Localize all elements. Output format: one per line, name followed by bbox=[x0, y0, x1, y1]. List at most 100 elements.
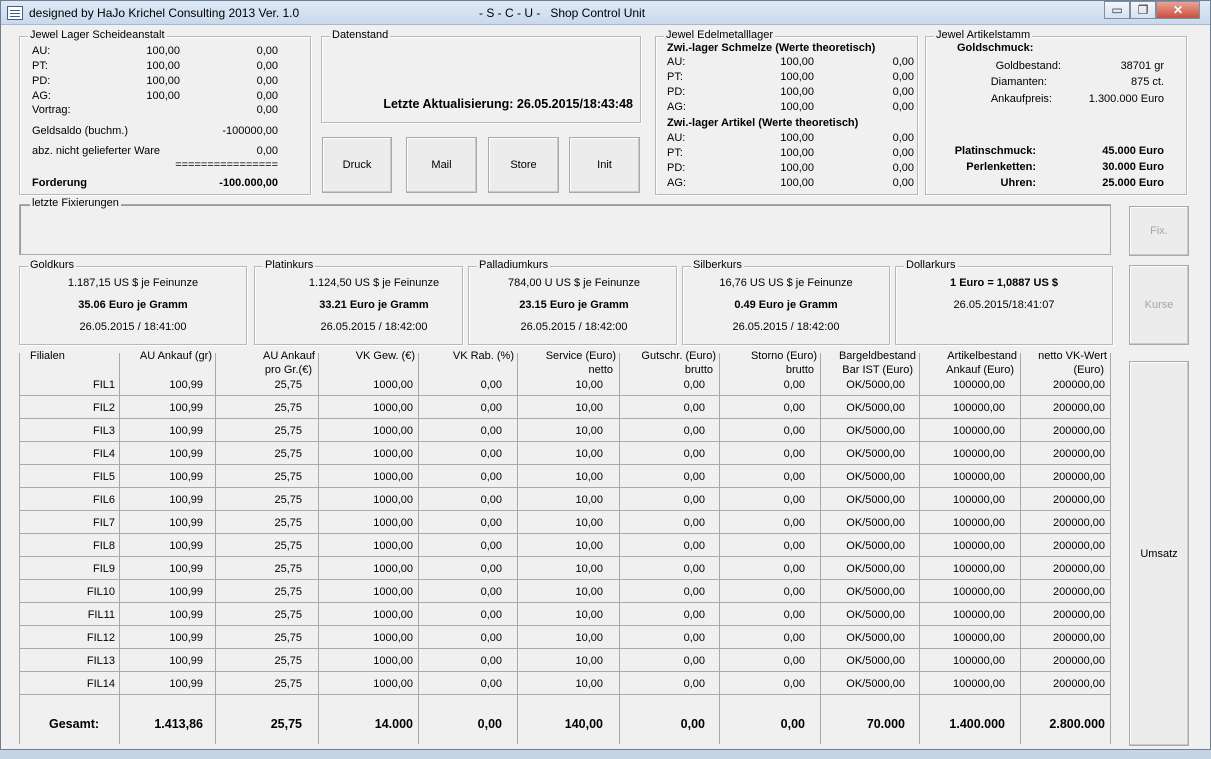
header-storno[interactable]: Storno (Euro) bbox=[751, 350, 817, 362]
cell-storno[interactable]: 0,00 bbox=[784, 494, 805, 506]
cell-artikelbestand[interactable]: 100000,00 bbox=[953, 425, 1005, 437]
cell-bargeld[interactable]: OK/5000,00 bbox=[846, 540, 905, 552]
druck-button[interactable]: Druck bbox=[322, 137, 392, 193]
cell-gutschrift[interactable]: 0,00 bbox=[684, 632, 705, 644]
header-filiale[interactable]: Filialen bbox=[30, 350, 65, 362]
cell-vk-rab[interactable]: 0,00 bbox=[481, 586, 502, 598]
cell-vk-rab[interactable]: 0,00 bbox=[481, 655, 502, 667]
cell-bargeld[interactable]: OK/5000,00 bbox=[846, 425, 905, 437]
cell-bargeld[interactable]: OK/5000,00 bbox=[846, 379, 905, 391]
cell-filiale[interactable]: FIL13 bbox=[87, 655, 115, 667]
cell-au-ankauf-pro-gr[interactable]: 25,75 bbox=[274, 494, 302, 506]
cell-gutschrift[interactable]: 0,00 bbox=[684, 586, 705, 598]
cell-filiale[interactable]: FIL14 bbox=[87, 678, 115, 690]
cell-service[interactable]: 10,00 bbox=[575, 448, 603, 460]
cell-vk-rab[interactable]: 0,00 bbox=[481, 379, 502, 391]
cell-service[interactable]: 10,00 bbox=[575, 402, 603, 414]
cell-vk-rab[interactable]: 0,00 bbox=[481, 609, 502, 621]
cell-service[interactable]: 10,00 bbox=[575, 471, 603, 483]
cell-vk-gew[interactable]: 1000,00 bbox=[373, 425, 413, 437]
cell-au-ankauf-pro-gr[interactable]: 25,75 bbox=[274, 517, 302, 529]
cell-vk-gew[interactable]: 1000,00 bbox=[373, 402, 413, 414]
cell-vk-rab[interactable]: 0,00 bbox=[481, 448, 502, 460]
cell-au-ankauf-pro-gr[interactable]: 25,75 bbox=[274, 471, 302, 483]
cell-netto-vk[interactable]: 200000,00 bbox=[1053, 517, 1105, 529]
cell-storno[interactable]: 0,00 bbox=[784, 379, 805, 391]
cell-bargeld[interactable]: OK/5000,00 bbox=[846, 632, 905, 644]
cell-bargeld[interactable]: OK/5000,00 bbox=[846, 494, 905, 506]
cell-service[interactable]: 10,00 bbox=[575, 678, 603, 690]
cell-vk-gew[interactable]: 1000,00 bbox=[373, 678, 413, 690]
cell-netto-vk[interactable]: 200000,00 bbox=[1053, 563, 1105, 575]
close-button[interactable]: ✕ bbox=[1156, 1, 1200, 19]
cell-filiale[interactable]: FIL11 bbox=[88, 609, 115, 621]
cell-filiale[interactable]: FIL5 bbox=[93, 471, 115, 483]
cell-artikelbestand[interactable]: 100000,00 bbox=[953, 379, 1005, 391]
cell-au-ankauf-pro-gr[interactable]: 25,75 bbox=[274, 609, 302, 621]
header-vk-rab[interactable]: VK Rab. (%) bbox=[453, 350, 514, 362]
cell-storno[interactable]: 0,00 bbox=[784, 563, 805, 575]
cell-vk-gew[interactable]: 1000,00 bbox=[373, 540, 413, 552]
cell-netto-vk[interactable]: 200000,00 bbox=[1053, 586, 1105, 598]
cell-service[interactable]: 10,00 bbox=[575, 609, 603, 621]
cell-netto-vk[interactable]: 200000,00 bbox=[1053, 609, 1105, 621]
cell-service[interactable]: 10,00 bbox=[575, 655, 603, 667]
cell-au-ankauf-gr[interactable]: 100,99 bbox=[169, 609, 203, 621]
cell-gutschrift[interactable]: 0,00 bbox=[684, 678, 705, 690]
header-artikelbestand[interactable]: Artikelbestand bbox=[947, 350, 1017, 362]
mail-button[interactable]: Mail bbox=[406, 137, 477, 193]
cell-netto-vk[interactable]: 200000,00 bbox=[1053, 425, 1105, 437]
cell-au-ankauf-gr[interactable]: 100,99 bbox=[169, 494, 203, 506]
cell-gutschrift[interactable]: 0,00 bbox=[684, 655, 705, 667]
cell-netto-vk[interactable]: 200000,00 bbox=[1053, 402, 1105, 414]
title-bar[interactable]: designed by HaJo Krichel Consulting 2013… bbox=[1, 1, 1210, 25]
cell-vk-gew[interactable]: 1000,00 bbox=[373, 632, 413, 644]
cell-au-ankauf-gr[interactable]: 100,99 bbox=[169, 632, 203, 644]
cell-service[interactable]: 10,00 bbox=[575, 563, 603, 575]
cell-artikelbestand[interactable]: 100000,00 bbox=[953, 563, 1005, 575]
cell-gutschrift[interactable]: 0,00 bbox=[684, 563, 705, 575]
cell-filiale[interactable]: FIL8 bbox=[93, 540, 115, 552]
cell-bargeld[interactable]: OK/5000,00 bbox=[846, 678, 905, 690]
cell-artikelbestand[interactable]: 100000,00 bbox=[953, 540, 1005, 552]
cell-artikelbestand[interactable]: 100000,00 bbox=[953, 586, 1005, 598]
cell-bargeld[interactable]: OK/5000,00 bbox=[846, 609, 905, 621]
cell-vk-gew[interactable]: 1000,00 bbox=[373, 379, 413, 391]
cell-artikelbestand[interactable]: 100000,00 bbox=[953, 655, 1005, 667]
cell-bargeld[interactable]: OK/5000,00 bbox=[846, 471, 905, 483]
cell-bargeld[interactable]: OK/5000,00 bbox=[846, 655, 905, 667]
cell-service[interactable]: 10,00 bbox=[575, 540, 603, 552]
cell-artikelbestand[interactable]: 100000,00 bbox=[953, 632, 1005, 644]
cell-au-ankauf-pro-gr[interactable]: 25,75 bbox=[274, 586, 302, 598]
cell-artikelbestand[interactable]: 100000,00 bbox=[953, 494, 1005, 506]
cell-netto-vk[interactable]: 200000,00 bbox=[1053, 471, 1105, 483]
cell-netto-vk[interactable]: 200000,00 bbox=[1053, 540, 1105, 552]
header-vk-gew[interactable]: VK Gew. (€) bbox=[356, 350, 415, 362]
cell-gutschrift[interactable]: 0,00 bbox=[684, 425, 705, 437]
cell-au-ankauf-gr[interactable]: 100,99 bbox=[169, 379, 203, 391]
cell-vk-rab[interactable]: 0,00 bbox=[481, 402, 502, 414]
cell-filiale[interactable]: FIL10 bbox=[87, 586, 115, 598]
cell-au-ankauf-pro-gr[interactable]: 25,75 bbox=[274, 402, 302, 414]
cell-au-ankauf-gr[interactable]: 100,99 bbox=[169, 563, 203, 575]
cell-gutschrift[interactable]: 0,00 bbox=[684, 540, 705, 552]
cell-vk-rab[interactable]: 0,00 bbox=[481, 517, 502, 529]
fixierungen-box[interactable]: letzte Fixierungen bbox=[19, 197, 1111, 255]
cell-service[interactable]: 10,00 bbox=[575, 586, 603, 598]
cell-vk-rab[interactable]: 0,00 bbox=[481, 678, 502, 690]
init-button[interactable]: Init bbox=[569, 137, 640, 193]
cell-vk-gew[interactable]: 1000,00 bbox=[373, 563, 413, 575]
cell-bargeld[interactable]: OK/5000,00 bbox=[846, 563, 905, 575]
cell-service[interactable]: 10,00 bbox=[575, 632, 603, 644]
cell-artikelbestand[interactable]: 100000,00 bbox=[953, 609, 1005, 621]
cell-bargeld[interactable]: OK/5000,00 bbox=[846, 402, 905, 414]
cell-au-ankauf-pro-gr[interactable]: 25,75 bbox=[274, 448, 302, 460]
cell-vk-gew[interactable]: 1000,00 bbox=[373, 609, 413, 621]
cell-artikelbestand[interactable]: 100000,00 bbox=[953, 471, 1005, 483]
cell-service[interactable]: 10,00 bbox=[575, 494, 603, 506]
cell-au-ankauf-pro-gr[interactable]: 25,75 bbox=[274, 655, 302, 667]
cell-netto-vk[interactable]: 200000,00 bbox=[1053, 448, 1105, 460]
header-bargeld[interactable]: Bargeldbestand bbox=[839, 350, 916, 362]
kurse-button[interactable]: Kurse bbox=[1129, 265, 1189, 345]
header-netto-vk[interactable]: netto VK-Wert bbox=[1038, 350, 1107, 362]
